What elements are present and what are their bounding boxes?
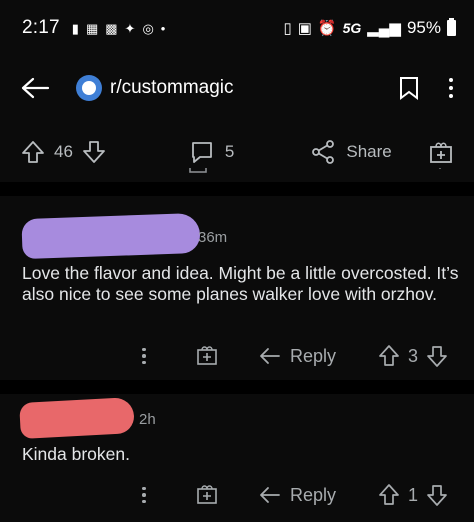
reply-label: Reply — [290, 484, 337, 505]
comment: 2h Kinda broken. Reply 1 — [0, 394, 474, 522]
downvote-icon[interactable] — [426, 483, 448, 507]
alarm-icon: ⏰ — [317, 20, 337, 37]
section-divider — [0, 380, 474, 394]
upvote-icon[interactable] — [20, 139, 46, 165]
post-vote-group: 46 — [20, 139, 107, 165]
subreddit-name[interactable]: r/custommagic — [110, 77, 234, 99]
clipped-previous-actions — [0, 168, 474, 182]
outlook-icon: ▩ — [105, 20, 118, 36]
battery-icon — [447, 18, 456, 36]
upvote-icon[interactable] — [378, 483, 400, 507]
upvote-icon[interactable] — [378, 344, 400, 368]
status-bar: 2:17 ▮ ▦ ▩ ✦ ◎ • ▯ ▣ ⏰ 5G ▂▄▆ 95% — [0, 0, 474, 56]
comment-timestamp: 2h — [139, 411, 156, 428]
reddit-snoo-icon — [82, 81, 96, 95]
status-right: ▯ ▣ ⏰ 5G ▂▄▆ 95% — [283, 18, 456, 38]
post-score: 46 — [54, 142, 73, 161]
dot-icon: • — [160, 20, 166, 36]
comments-button[interactable]: 5 — [189, 139, 234, 165]
back-arrow-icon — [21, 77, 50, 99]
pokeball-icon: ◎ — [142, 20, 154, 36]
more-options-icon[interactable] — [448, 78, 454, 98]
comment-vote-group: 1 — [378, 483, 448, 507]
notification-icons: ▮ ▦ ▩ ✦ ◎ • — [72, 22, 166, 35]
signal-icon: ▂▄▆ — [367, 20, 401, 37]
comment-body: Kinda broken. — [22, 444, 130, 464]
gift-award-icon — [430, 142, 452, 163]
reply-label: Reply — [290, 345, 337, 366]
share-icon — [312, 140, 335, 164]
downvote-icon[interactable] — [81, 139, 107, 165]
redacted-author-name — [21, 212, 201, 260]
nfc-icon: ▣ — [297, 20, 312, 37]
status-time: 2:17 — [22, 17, 60, 38]
bookmark-icon[interactable] — [398, 76, 420, 100]
gift-award-icon[interactable] — [195, 343, 219, 367]
share-button[interactable]: Share — [310, 139, 392, 165]
reply-arrow-icon — [260, 487, 280, 503]
chat-bubble-icon: ▮ — [71, 20, 79, 36]
section-divider — [0, 182, 474, 196]
app-header: r/custommagic — [0, 58, 474, 118]
teams-icon: ▦ — [85, 20, 99, 36]
comment-action-bar: Reply 1 — [0, 480, 474, 510]
comment-count: 5 — [224, 142, 235, 161]
reply-button[interactable]: Reply — [258, 346, 336, 367]
subreddit-avatar[interactable] — [76, 75, 102, 101]
sim-icon: ▯ — [283, 20, 292, 37]
comment: 36m Love the flavor and idea. Might be a… — [0, 196, 474, 382]
back-button[interactable] — [20, 71, 54, 105]
comment-bubble-icon — [192, 142, 212, 163]
network-type: 5G — [342, 20, 362, 36]
comment-vote-group: 3 — [378, 344, 448, 368]
comment-body: Love the flavor and idea. Might be a lit… — [22, 263, 459, 304]
share-label: Share — [346, 142, 392, 161]
reply-arrow-icon — [260, 348, 280, 364]
award-button[interactable] — [428, 139, 454, 165]
more-options-icon[interactable] — [142, 486, 146, 504]
twitter-icon: ✦ — [124, 20, 136, 36]
comment-action-bar: Reply 3 — [0, 341, 474, 371]
more-options-icon[interactable] — [142, 347, 146, 365]
comment-timestamp: 36m — [198, 229, 228, 246]
reply-button[interactable]: Reply — [258, 485, 336, 506]
comment-score: 3 — [408, 345, 419, 366]
downvote-icon[interactable] — [426, 344, 448, 368]
battery-percent: 95% — [406, 18, 441, 37]
redacted-author-name — [19, 397, 135, 439]
comment-score: 1 — [408, 484, 419, 505]
gift-award-icon[interactable] — [195, 482, 219, 506]
